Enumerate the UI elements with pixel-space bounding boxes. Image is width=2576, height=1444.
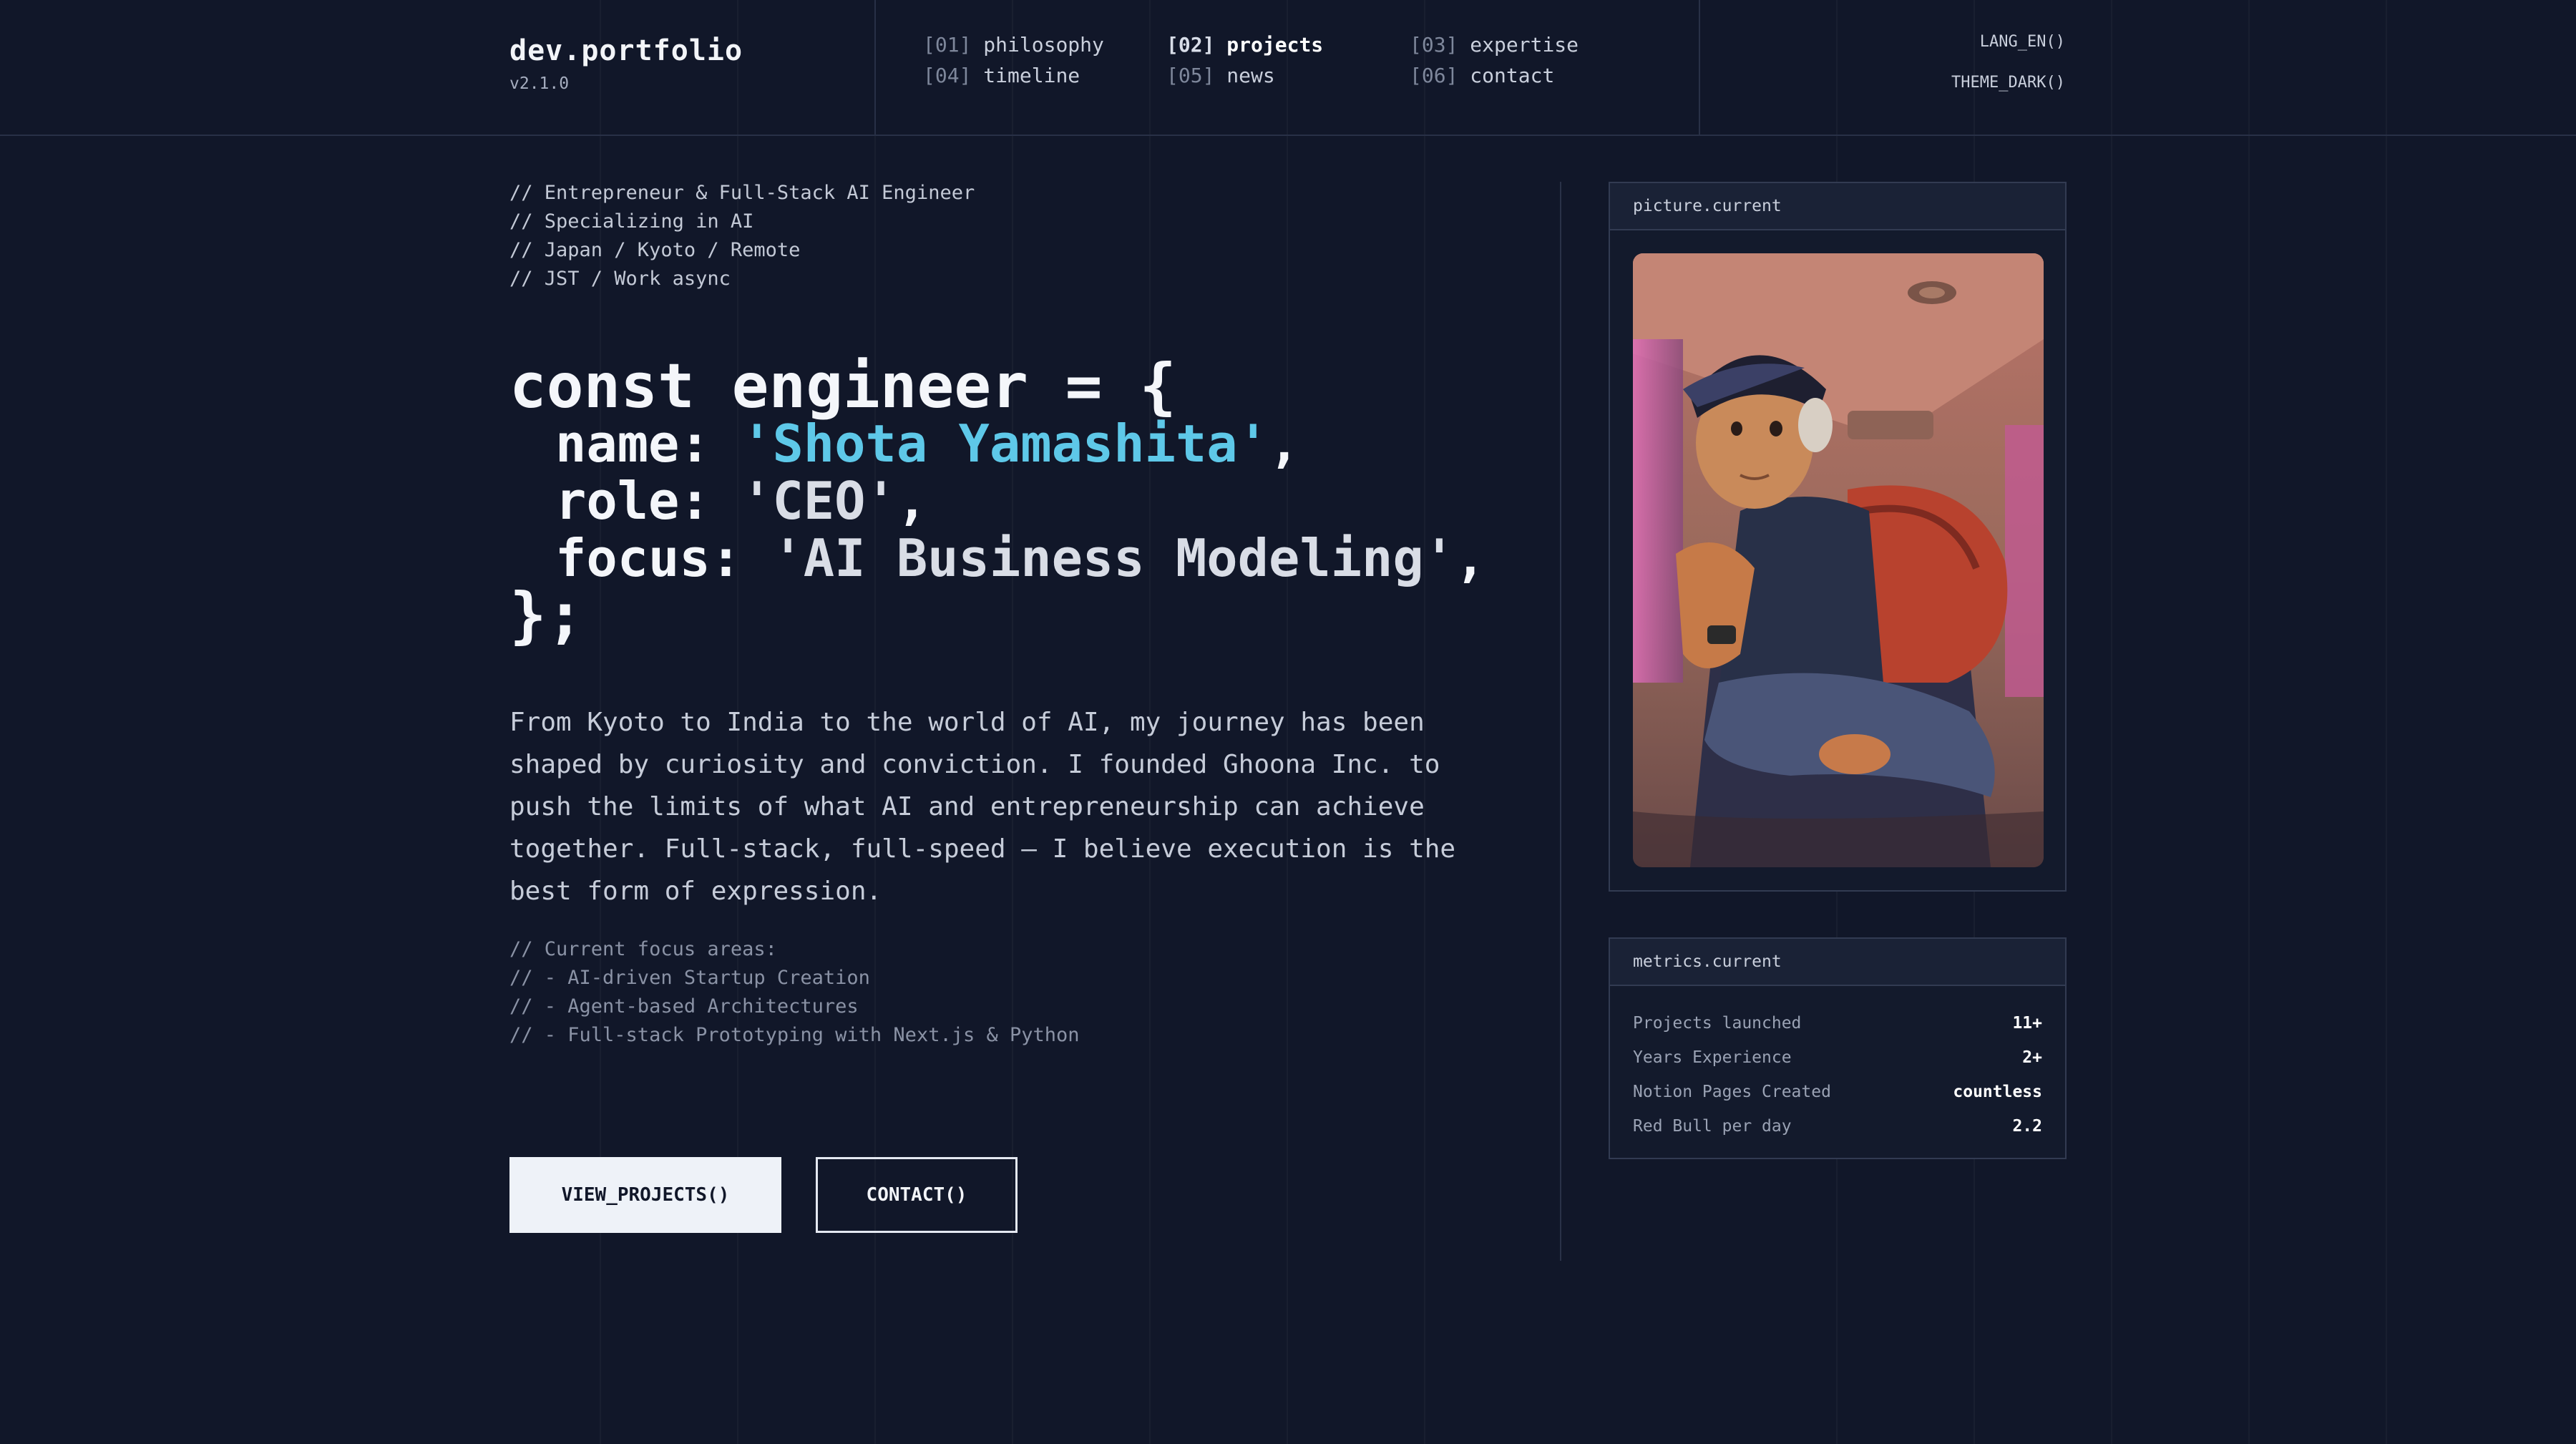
nav-label: philosophy	[983, 33, 1104, 57]
metric-value: 11+	[2012, 1014, 2042, 1033]
cta-buttons: VIEW_PROJECTS() CONTACT()	[509, 1157, 1511, 1233]
intro-comment-line: // Specializing in AI	[509, 210, 754, 233]
nav-number: [05]	[1166, 64, 1215, 87]
focus-area-line: // - Agent-based Architectures	[509, 995, 859, 1018]
intro-comment-line: // Entrepreneur & Full-Stack AI Engineer	[509, 182, 975, 204]
nav-label: expertise	[1470, 33, 1579, 57]
language-toggle-button[interactable]: LANG_EN()	[1951, 33, 2065, 51]
nav-label: contact	[1470, 64, 1555, 87]
contact-button[interactable]: CONTACT()	[816, 1157, 1018, 1233]
code-key: focus:	[555, 528, 773, 588]
code-close-line: };	[509, 580, 584, 651]
header-divider	[1699, 0, 1700, 136]
theme-toggle-button[interactable]: THEME_DARK()	[1951, 74, 2065, 92]
code-open-line: const engineer = {	[509, 351, 1176, 422]
hero-section: // Entrepreneur & Full-Stack AI Engineer…	[509, 179, 1511, 1233]
nav-number: [03]	[1410, 33, 1458, 57]
profile-illustration	[1633, 253, 2044, 867]
metric-row: Red Bull per day 2.2	[1633, 1109, 2042, 1143]
metric-value: 2+	[2022, 1048, 2042, 1067]
intro-comment-line: // Japan / Kyoto / Remote	[509, 239, 801, 261]
nav-item-contact[interactable]: [06] contact	[1410, 64, 1596, 87]
metric-row: Notion Pages Created countless	[1633, 1075, 2042, 1109]
metric-label: Notion Pages Created	[1633, 1083, 1831, 1101]
nav-item-expertise[interactable]: [03] expertise	[1410, 33, 1596, 57]
metrics-panel-title: metrics.current	[1610, 939, 2065, 986]
metric-row: Years Experience 2+	[1633, 1040, 2042, 1075]
nav-item-projects[interactable]: [02] projects	[1166, 33, 1410, 57]
profile-illustration-image	[1633, 253, 2044, 867]
brand-title[interactable]: dev.portfolio	[509, 34, 743, 67]
metric-value: 2.2	[2012, 1117, 2042, 1136]
code-name-line: name: 'Shota Yamashita',	[509, 415, 1511, 472]
focus-area-line: // - AI-driven Startup Creation	[509, 967, 870, 989]
focus-area-line: // - Full-stack Prototyping with Next.js…	[509, 1024, 1080, 1046]
nav-label: news	[1226, 64, 1275, 87]
engineer-focus: 'AI Business Modeling'	[772, 528, 1455, 588]
focus-areas: // Current focus areas: // - AI-driven S…	[509, 935, 1511, 1050]
code-key: name:	[555, 414, 742, 474]
header-divider	[874, 0, 876, 136]
main-nav: [01] philosophy [02] projects [03] exper…	[923, 33, 1596, 87]
metric-label: Years Experience	[1633, 1048, 1792, 1067]
nav-item-philosophy[interactable]: [01] philosophy	[923, 33, 1166, 57]
code-comma: ,	[1455, 528, 1486, 588]
nav-item-timeline[interactable]: [04] timeline	[923, 64, 1166, 87]
code-focus-line: focus: 'AI Business Modeling',	[509, 530, 1511, 587]
engineer-role: 'CEO'	[741, 471, 897, 531]
nav-number: [02]	[1166, 33, 1215, 57]
focus-area-line: // Current focus areas:	[509, 938, 777, 960]
picture-panel: picture.current	[1609, 182, 2067, 892]
engineer-name: 'Shota Yamashita'	[741, 414, 1269, 474]
code-role-line: role: 'CEO',	[509, 472, 1511, 530]
nav-number: [01]	[923, 33, 972, 57]
bio-paragraph: From Kyoto to India to the world of AI, …	[509, 708, 1456, 906]
metric-label: Projects launched	[1633, 1014, 1802, 1033]
intro-comments: // Entrepreneur & Full-Stack AI Engineer…	[509, 179, 1511, 293]
metrics-list: Projects launched 11+ Years Experience 2+ …	[1610, 986, 2065, 1143]
nav-number: [06]	[1410, 64, 1458, 87]
picture-panel-title: picture.current	[1610, 183, 2065, 230]
nav-item-news[interactable]: [05] news	[1166, 64, 1410, 87]
code-comma: ,	[896, 471, 928, 531]
intro-comment-line: // JST / Work async	[509, 268, 731, 290]
metric-label: Red Bull per day	[1633, 1117, 1792, 1136]
site-header: dev.portfolio v2.1.0 [01] philosophy [02…	[0, 0, 2576, 136]
metric-row: Projects launched 11+	[1633, 1006, 2042, 1040]
column-divider	[1560, 182, 1561, 1261]
metrics-panel: metrics.current Projects launched 11+ Yea…	[1609, 937, 2067, 1159]
nav-label: timeline	[983, 64, 1080, 87]
code-key: role:	[555, 471, 742, 531]
view-projects-button[interactable]: VIEW_PROJECTS()	[509, 1157, 781, 1233]
header-controls: LANG_EN() THEME_DARK()	[1951, 33, 2065, 114]
nav-label: projects	[1226, 33, 1324, 57]
metric-value: countless	[1953, 1083, 2042, 1101]
code-comma: ,	[1269, 414, 1300, 474]
brand-version: v2.1.0	[509, 74, 570, 93]
brand: dev.portfolio v2.1.0	[509, 34, 743, 93]
nav-number: [04]	[923, 64, 972, 87]
code-heading: const engineer = { name: 'Shota Yamashit…	[509, 351, 1511, 651]
